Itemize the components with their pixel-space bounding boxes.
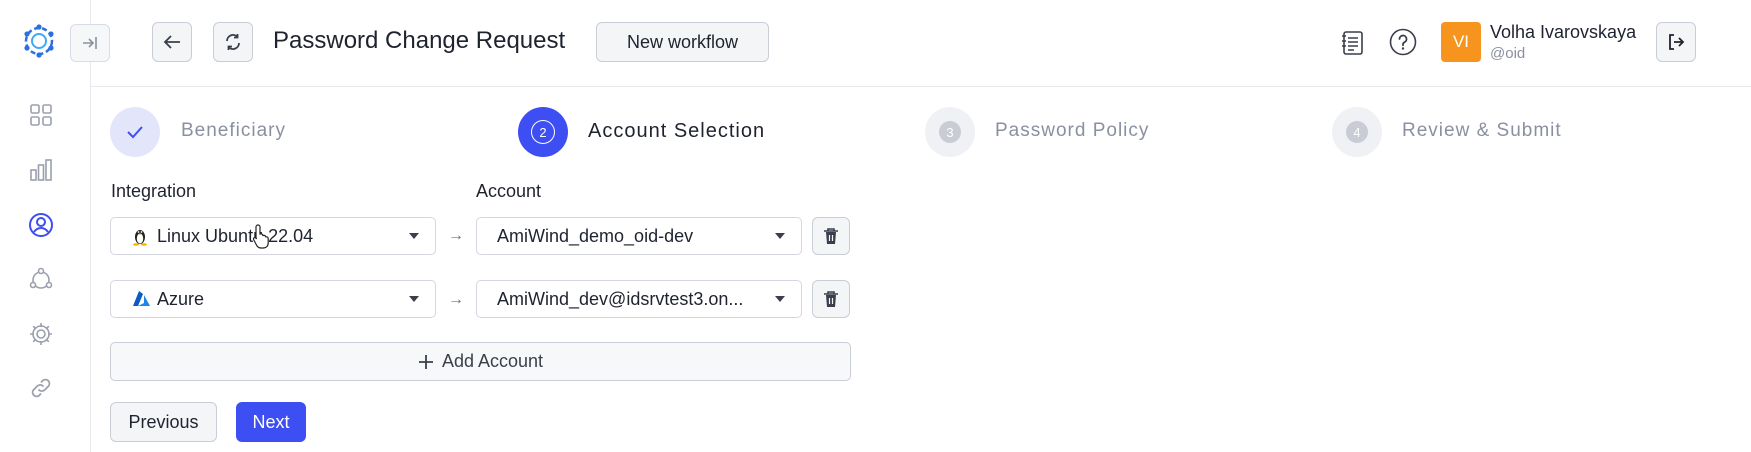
integration-value-2: Azure [157,288,205,309]
delete-row-2-button[interactable] [812,280,850,318]
trash-icon [824,228,838,244]
new-workflow-button[interactable]: New workflow [596,22,769,62]
task-list-button[interactable] [1338,28,1368,58]
sidebar-item-reports[interactable] [26,155,56,185]
avatar[interactable]: VI [1441,22,1481,62]
help-icon [1389,28,1417,56]
gear-icon [30,323,52,345]
check-icon [127,126,143,139]
arrow-right-icon: → [448,291,464,308]
grid-icon [30,104,52,126]
sidebar-item-dashboard[interactable] [26,100,56,130]
step-2-indicator: 2 [518,107,568,157]
chevron-down-icon [775,233,785,239]
integration-value-1: Linux Ubuntu 22.04 [157,225,314,246]
chevron-down-icon [409,233,419,239]
linux-icon [133,230,147,246]
step-1-label: Beneficiary [181,120,286,141]
next-button[interactable]: Next [236,402,306,442]
sidebar-item-identities[interactable] [26,210,56,240]
previous-button[interactable]: Previous [110,402,217,442]
arrow-right-icon: → [448,227,464,244]
help-button[interactable] [1388,27,1418,57]
page-title: Password Change Request [273,27,566,54]
integration-label: Integration [111,181,197,201]
network-icon [29,267,53,289]
refresh-icon [226,34,240,50]
add-account-button[interactable]: Add Account [110,342,851,381]
step-3-label: Password Policy [995,120,1150,141]
sidebar [0,0,110,452]
user-name: Volha Ivarovskaya [1490,22,1637,42]
step-4-label: Review & Submit [1402,120,1562,141]
integration-select-2[interactable]: Azure [110,280,436,318]
delete-row-1-button[interactable] [812,217,850,255]
integration-select-1[interactable]: Linux Ubuntu 22.04 [110,217,436,255]
step-4-indicator: 4 [1332,107,1382,157]
logout-button[interactable] [1656,22,1696,62]
app-logo[interactable] [20,22,58,60]
chevron-down-icon [775,296,785,302]
step-4-number: 4 [1346,121,1368,143]
account-label: Account [476,181,542,201]
notes-icon [1342,31,1363,55]
step-1-indicator [110,107,160,157]
trash-icon [824,291,838,307]
account-value-2: AmiWind_dev@idsrvtest3.on... [497,288,744,309]
step-2-number: 2 [531,120,555,144]
account-select-2[interactable]: AmiWind_dev@idsrvtest3.on... [476,280,802,318]
plus-icon [418,354,433,369]
sidebar-item-links[interactable] [26,373,56,403]
bar-chart-icon [30,159,52,181]
refresh-button[interactable] [213,22,253,62]
account-select-1[interactable]: AmiWind_demo_oid-dev [476,217,802,255]
sidebar-item-integrations[interactable] [26,265,56,295]
user-handle: @oid [1490,45,1526,62]
sidebar-item-settings[interactable] [26,319,56,349]
hand-cursor-icon [252,224,269,249]
step-3-number: 3 [939,121,961,143]
back-button[interactable] [152,22,192,62]
step-3-indicator: 3 [925,107,975,157]
user-circle-icon [29,213,53,237]
link-icon [31,378,51,398]
step-2-label: Account Selection [588,120,766,142]
add-account-label: Add Account [441,351,544,371]
logout-icon [1669,34,1685,50]
azure-icon [133,291,150,306]
account-value-1: AmiWind_demo_oid-dev [497,225,694,246]
chevron-down-icon [409,296,419,302]
arrow-left-icon [163,35,180,49]
